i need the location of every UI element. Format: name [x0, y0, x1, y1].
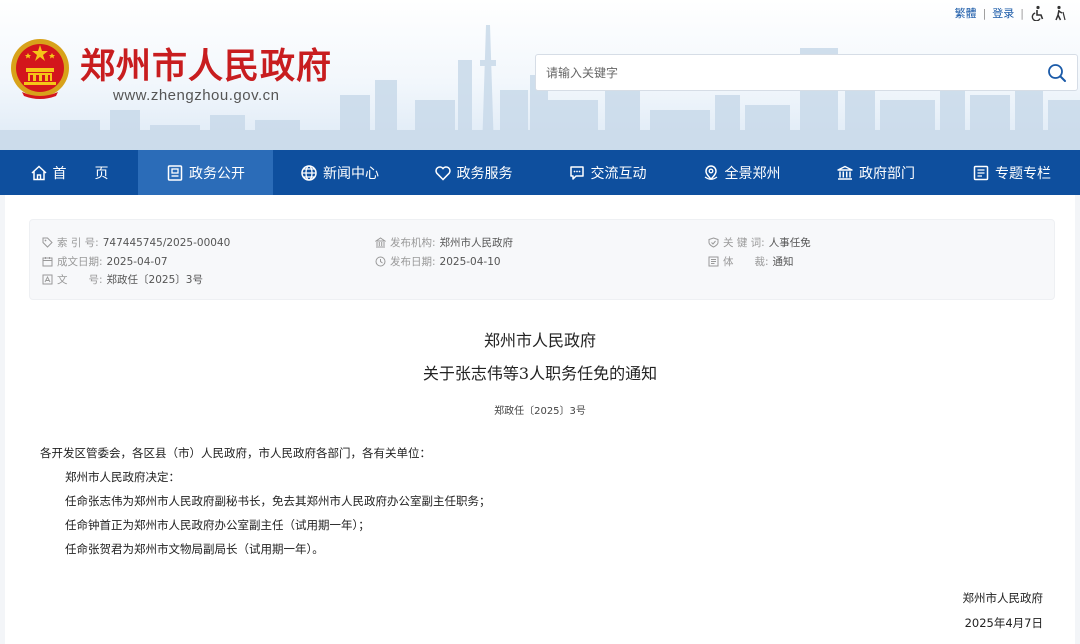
main-content: 索 引 号: 747445745/2025-00040 发布机构: 郑州市人民政… — [5, 195, 1075, 644]
file-text-icon — [42, 274, 53, 285]
institution-icon — [375, 237, 386, 248]
nav-panorama[interactable]: 全景郑州 — [674, 150, 808, 195]
separator: | — [1020, 6, 1024, 20]
document-title-subject: 关于张志伟等3人职务任免的通知 — [422, 364, 658, 383]
book-icon — [973, 165, 989, 180]
document-paragraph: 任命张贺君为郑州市文物局副局长（试用期一年）。 — [65, 542, 324, 556]
nav-home[interactable]: 首 页 — [0, 150, 138, 195]
chat-icon — [569, 165, 584, 180]
meta-genre: 体 裁: 通知 — [708, 254, 794, 269]
list-icon — [708, 256, 719, 267]
nav-government-affairs-label: 政务公开 — [189, 165, 245, 182]
nav-government-departments[interactable]: 政府部门 — [808, 150, 943, 195]
document-salutation: 各开发区管委会，各区县（市）人民政府，市人民政府各部门，各有关单位： — [40, 446, 431, 460]
globe-icon — [301, 164, 317, 181]
nav-special-topics[interactable]: 专题专栏 — [943, 150, 1080, 195]
accessibility-icon[interactable] — [1030, 5, 1046, 21]
document-title-issuer: 郑州市人民政府 — [483, 331, 596, 350]
meta-keyword: 关 键 词: 人事任免 — [708, 235, 811, 250]
nav-news-center[interactable]: 新闻中心 — [273, 150, 406, 195]
nav-interaction[interactable]: 交流互动 — [540, 150, 674, 195]
nav-panorama-label: 全景郑州 — [724, 165, 781, 182]
nav-special-topics-label: 专题专栏 — [995, 165, 1051, 182]
login-link[interactable]: 登录 — [992, 5, 1014, 21]
document-paragraph: 任命钟首正为郑州市人民政府办公室副主任（试用期一年）； — [65, 518, 370, 532]
site-title[interactable]: 郑州市人民政府 — [80, 38, 332, 89]
search-input[interactable] — [536, 55, 1026, 90]
heart-icon — [434, 165, 451, 181]
search-box — [535, 54, 1078, 91]
document-paragraph: 任命张志伟为郑州市人民政府副秘书长，免去其郑州市人民政府办公室副主任职务； — [65, 494, 491, 508]
traditional-chinese-link[interactable]: 繁體 — [955, 5, 977, 21]
document-sign-date: 2025年4月7日 — [964, 616, 1043, 630]
document-icon — [167, 164, 183, 181]
nav-government-departments-label: 政府部门 — [859, 165, 915, 182]
tag-icon — [42, 237, 53, 248]
nav-interaction-label: 交流互动 — [590, 165, 647, 182]
building-icon — [837, 165, 853, 180]
nav-government-services-label: 政务服务 — [456, 165, 513, 182]
panorama-icon — [704, 164, 717, 180]
home-icon — [30, 164, 47, 180]
meta-document-number: 文 号: 郑政任〔2025〕3号 — [42, 272, 203, 287]
clock-icon — [375, 256, 386, 267]
site-header: 繁體 | 登录 | 郑州市人民政府 www.zhengzhou.gov.cn — [0, 0, 1080, 150]
top-links: 繁體 | 登录 | — [955, 5, 1068, 21]
shield-icon — [708, 237, 719, 248]
site-url: www.zhengzhou.gov.cn — [113, 87, 280, 104]
nav-government-services[interactable]: 政务服务 — [406, 150, 540, 195]
nav-home-label: 首 页 — [52, 165, 109, 182]
separator: | — [982, 6, 987, 20]
document-signer: 郑州市人民政府 — [962, 591, 1044, 605]
document-paragraph: 郑州市人民政府决定： — [65, 470, 180, 484]
nav-government-affairs[interactable]: 政务公开 — [138, 150, 273, 195]
document-number: 郑政任〔2025〕3号 — [494, 406, 586, 417]
meta-publisher: 发布机构: 郑州市人民政府 — [375, 235, 513, 250]
elderly-mode-icon[interactable] — [1052, 5, 1068, 21]
main-nav: 首 页 政务公开 新闻中心 政务服务 交流互动 全景郑州 政府部门 专题专栏 — [0, 150, 1080, 195]
meta-index-number: 索 引 号: 747445745/2025-00040 — [42, 235, 230, 250]
nav-news-center-label: 新闻中心 — [323, 165, 379, 182]
national-emblem-icon — [11, 39, 69, 99]
document-metadata-panel: 索 引 号: 747445745/2025-00040 发布机构: 郑州市人民政… — [29, 219, 1055, 300]
meta-published-date: 发布日期: 2025-04-10 — [375, 254, 501, 269]
meta-created-date: 成文日期: 2025-04-07 — [42, 254, 168, 269]
search-icon[interactable] — [1047, 63, 1067, 83]
calendar-icon — [42, 257, 53, 267]
